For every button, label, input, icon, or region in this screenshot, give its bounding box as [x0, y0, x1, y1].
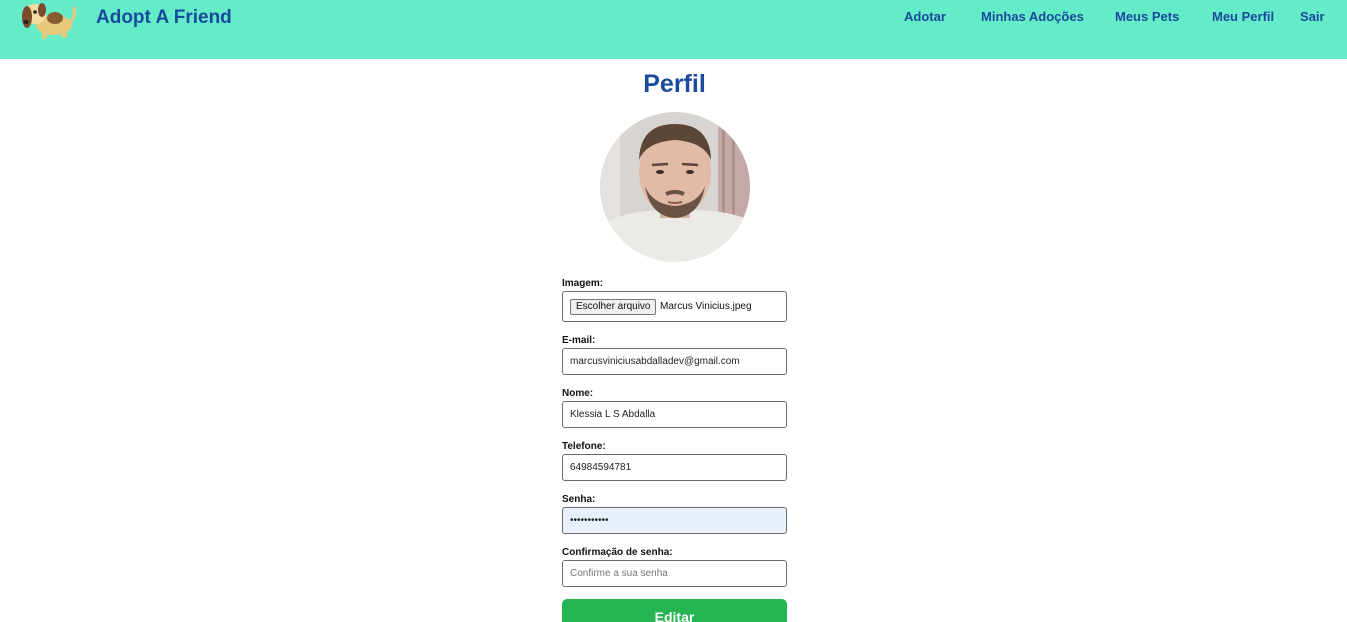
choose-file-button[interactable]: Escolher arquivo	[570, 299, 657, 315]
nav-meu-perfil[interactable]: Meu Perfil	[1212, 9, 1274, 24]
email-label: E-mail:	[562, 335, 596, 346]
nav-sair[interactable]: Sair	[1300, 9, 1325, 24]
email-field[interactable]	[562, 348, 787, 375]
name-label: Nome:	[562, 388, 594, 399]
phone-field[interactable]	[562, 454, 787, 481]
confirm-password-label: Confirmação de senha:	[562, 547, 673, 558]
nav-adotar[interactable]: Adotar	[904, 9, 946, 24]
selected-file-name: Marcus Vinicius.jpeg	[660, 301, 752, 312]
navbar: Adopt A Friend Adotar Minhas Adoções Meu…	[0, 0, 1347, 59]
image-label: Imagem:	[562, 278, 604, 289]
image-file-input[interactable]: Escolher arquivo Marcus Vinicius.jpeg	[562, 291, 787, 322]
nav-meus-pets[interactable]: Meus Pets	[1115, 9, 1179, 24]
password-field[interactable]	[562, 507, 787, 534]
phone-label: Telefone:	[562, 441, 606, 452]
confirm-password-field[interactable]	[562, 560, 787, 587]
page-title: Perfil	[643, 70, 706, 98]
dog-logo-icon[interactable]	[18, 0, 78, 40]
brand-title[interactable]: Adopt A Friend	[96, 7, 232, 29]
profile-photo	[600, 112, 750, 262]
password-label: Senha:	[562, 494, 596, 505]
name-field[interactable]	[562, 401, 787, 428]
edit-button[interactable]: Editar	[562, 599, 787, 622]
nav-minhas-adocoes[interactable]: Minhas Adoções	[981, 9, 1084, 24]
